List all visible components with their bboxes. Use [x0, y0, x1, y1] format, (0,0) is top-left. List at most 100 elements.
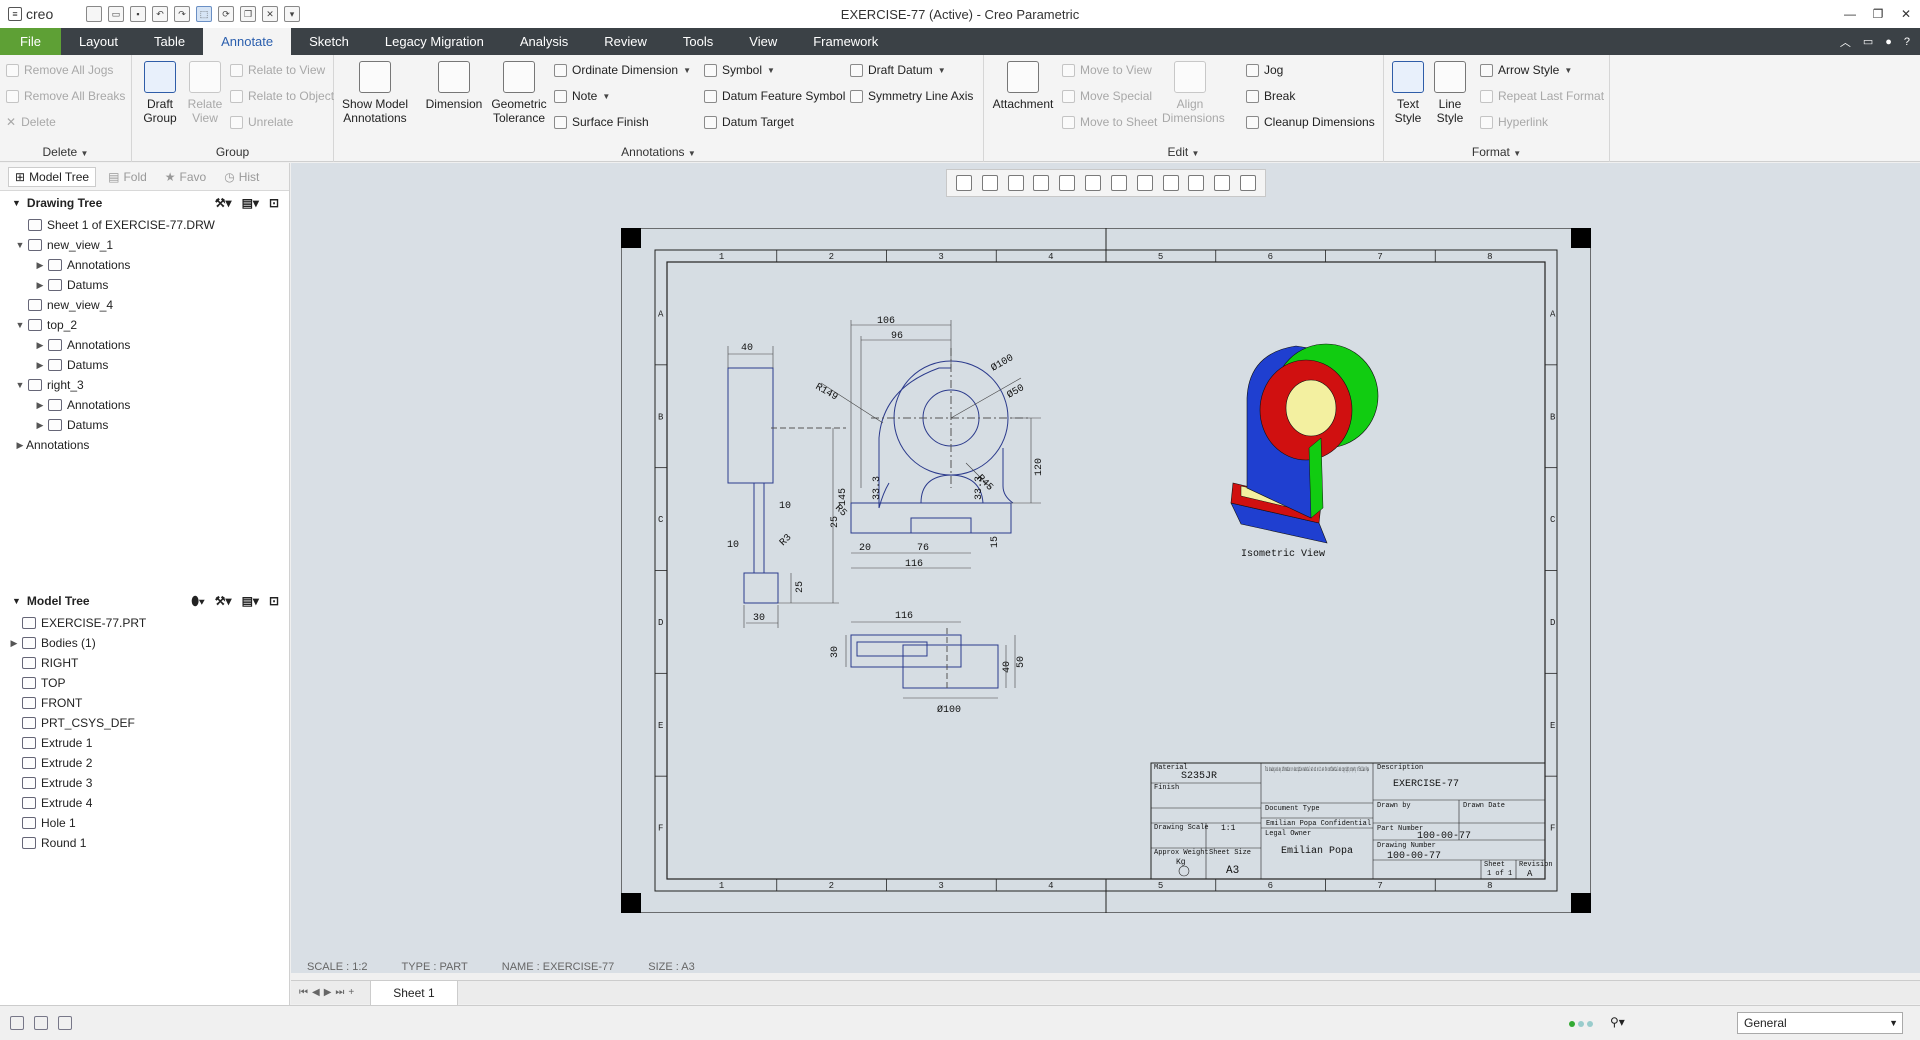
collapse-ribbon-icon[interactable]: ︿	[1840, 34, 1851, 50]
tree-item[interactable]: PRT_CSYS_DEF	[0, 713, 289, 733]
relate-to-object-button[interactable]: Relate to Object	[230, 85, 334, 107]
tree-item[interactable]: ▶ Datums	[0, 355, 289, 375]
tab-model-tree[interactable]: ⊞ Model Tree	[8, 166, 97, 187]
expand-icon[interactable]: ▶	[34, 420, 46, 431]
symbol-button[interactable]: Symbol ▼	[704, 59, 775, 81]
tree-filter-icon[interactable]: ⊡	[269, 196, 279, 210]
format-group-label[interactable]: Format ▼	[1384, 145, 1609, 159]
unrelate-button[interactable]: Unrelate	[230, 111, 293, 133]
tab-layout[interactable]: Layout	[61, 28, 136, 55]
tab-review[interactable]: Review	[586, 28, 665, 55]
tree-item[interactable]: Extrude 1	[0, 733, 289, 753]
show-model-annotations-button[interactable]: Show Model Annotations	[340, 61, 410, 125]
legal-owner-value[interactable]: Emilian Popa	[1281, 845, 1353, 857]
dim-10[interactable]: 10	[779, 501, 791, 512]
wireframe-icon[interactable]	[1110, 175, 1127, 191]
tree-item[interactable]: Round 1	[0, 833, 289, 853]
break-button[interactable]: Break	[1246, 85, 1295, 107]
repeat-last-format-button[interactable]: Repeat Last Format	[1480, 85, 1604, 107]
select-box-icon[interactable]: ⬚	[196, 6, 212, 22]
draft-group-button[interactable]: Draft Group	[136, 61, 184, 125]
customize-qat-icon[interactable]: ▾	[284, 6, 300, 22]
move-special-button[interactable]: Move Special	[1062, 85, 1152, 107]
tree-columns-icon[interactable]: ▤▾	[242, 594, 259, 609]
drawing-scale-value[interactable]: 1:1	[1221, 824, 1236, 833]
tree-item[interactable]: ▼ top_2	[0, 315, 289, 335]
drawing-number-value[interactable]: 100-00-77	[1387, 851, 1441, 862]
csys-icon[interactable]	[1214, 175, 1231, 191]
graphics-area[interactable]: 1122334455667788AABBCCDDEEFF 40 10 10 14…	[291, 163, 1920, 973]
jog-button[interactable]: Jog	[1246, 59, 1283, 81]
tree-item[interactable]: ▶ Annotations	[0, 335, 289, 355]
align-dimensions-button[interactable]: Align Dimensions	[1162, 61, 1225, 125]
expand-icon[interactable]: ▶	[34, 360, 46, 371]
open-file-icon[interactable]: ▭	[108, 6, 124, 22]
model-tree-header[interactable]: ▼ Model Tree ⬮▾ ⚒▾ ▤▾ ⊡	[0, 589, 289, 613]
tree-item[interactable]: Extrude 3	[0, 773, 289, 793]
symmetry-line-axis-button[interactable]: Symmetry Line Axis	[850, 85, 973, 107]
dim-120[interactable]: 120	[1034, 458, 1045, 476]
tree-item[interactable]: Sheet 1 of EXERCISE-77.DRW	[0, 215, 289, 235]
hyperlink-button[interactable]: Hyperlink	[1480, 111, 1548, 133]
minimize-ribbon-icon[interactable]: ▭	[1863, 35, 1873, 48]
full-screen-icon[interactable]	[58, 1016, 72, 1030]
dim-33-3-b[interactable]: 33.3	[974, 476, 985, 500]
collapse-icon[interactable]: ▼	[12, 596, 21, 606]
material-value[interactable]: S235JR	[1181, 771, 1217, 782]
tab-tools[interactable]: Tools	[665, 28, 731, 55]
note-button[interactable]: Note ▼	[554, 85, 610, 107]
expand-icon[interactable]: ▶	[34, 280, 46, 291]
dim-106[interactable]: 106	[877, 316, 895, 327]
model-display-icon[interactable]: ⬮▾	[191, 594, 204, 609]
windows-icon[interactable]: ❐	[240, 6, 256, 22]
help-icon[interactable]: ?	[1904, 36, 1910, 48]
dim-30-top[interactable]: 30	[830, 646, 841, 658]
datum-feature-symbol-button[interactable]: Datum Feature Symbol	[704, 85, 845, 107]
tab-history[interactable]: ◷ Hist	[218, 168, 265, 186]
tree-item[interactable]: FRONT	[0, 693, 289, 713]
tree-item[interactable]: ▼ new_view_1	[0, 235, 289, 255]
datum-planes-icon[interactable]	[1162, 175, 1179, 191]
tree-item[interactable]: EXERCISE-77.PRT	[0, 613, 289, 633]
dimension-button[interactable]: Dimension	[422, 61, 486, 111]
first-sheet-icon[interactable]: ⏮	[299, 987, 308, 998]
tree-columns-icon[interactable]: ▤▾	[242, 196, 259, 210]
tab-framework[interactable]: Framework	[795, 28, 896, 55]
line-style-button[interactable]: Line Style	[1430, 61, 1470, 125]
tree-item[interactable]: TOP	[0, 673, 289, 693]
isometric-view-label[interactable]: Isometric View	[1241, 548, 1325, 560]
dim-116[interactable]: 116	[905, 559, 923, 570]
display-style-icon[interactable]	[1059, 175, 1076, 191]
tab-table[interactable]: Table	[136, 28, 203, 55]
collapse-icon[interactable]: ▼	[12, 198, 21, 208]
delete-group-label[interactable]: Delete ▼	[0, 145, 131, 159]
cleanup-dimensions-button[interactable]: Cleanup Dimensions	[1246, 111, 1375, 133]
relate-view-button[interactable]: Relate View	[184, 61, 226, 125]
annotation-display-icon[interactable]	[1240, 175, 1257, 191]
tree-settings-icon[interactable]: ⚒▾	[215, 196, 232, 210]
datum-target-button[interactable]: Datum Target	[704, 111, 794, 133]
dim-40-top[interactable]: 40	[1002, 661, 1013, 673]
tab-folder-browser[interactable]: ▤ Fold	[102, 168, 153, 186]
selection-filter[interactable]: General ▼	[1737, 1012, 1903, 1034]
arrow-style-button[interactable]: Arrow Style ▼	[1480, 59, 1572, 81]
tree-item[interactable]: Extrude 4	[0, 793, 289, 813]
remove-all-breaks-button[interactable]: Remove All Breaks	[6, 85, 125, 107]
repaint-icon[interactable]	[1033, 175, 1050, 191]
tab-favorites[interactable]: ★ Favo	[159, 168, 212, 186]
tree-item[interactable]: Hole 1	[0, 813, 289, 833]
tree-item[interactable]: ▶ Annotations	[0, 255, 289, 275]
refit-icon[interactable]	[955, 175, 972, 191]
regenerate-icon[interactable]: ⟳	[218, 6, 234, 22]
tab-annotate[interactable]: Annotate	[203, 28, 292, 55]
last-sheet-icon[interactable]: ⏭	[335, 987, 344, 998]
tree-settings-icon[interactable]: ⚒▾	[215, 594, 232, 609]
tree-item[interactable]: ▶ Bodies (1)	[0, 633, 289, 653]
tab-view[interactable]: View	[731, 28, 795, 55]
tree-item[interactable]: new_view_4	[0, 295, 289, 315]
save-icon[interactable]: ▪	[130, 6, 146, 22]
drawing-tree-header[interactable]: ▼ Drawing Tree ⚒▾ ▤▾ ⊡	[0, 191, 289, 215]
dim-25-b[interactable]: 25	[830, 516, 841, 528]
dim-30[interactable]: 30	[753, 613, 765, 624]
close-button[interactable]: ✕	[1892, 0, 1920, 28]
